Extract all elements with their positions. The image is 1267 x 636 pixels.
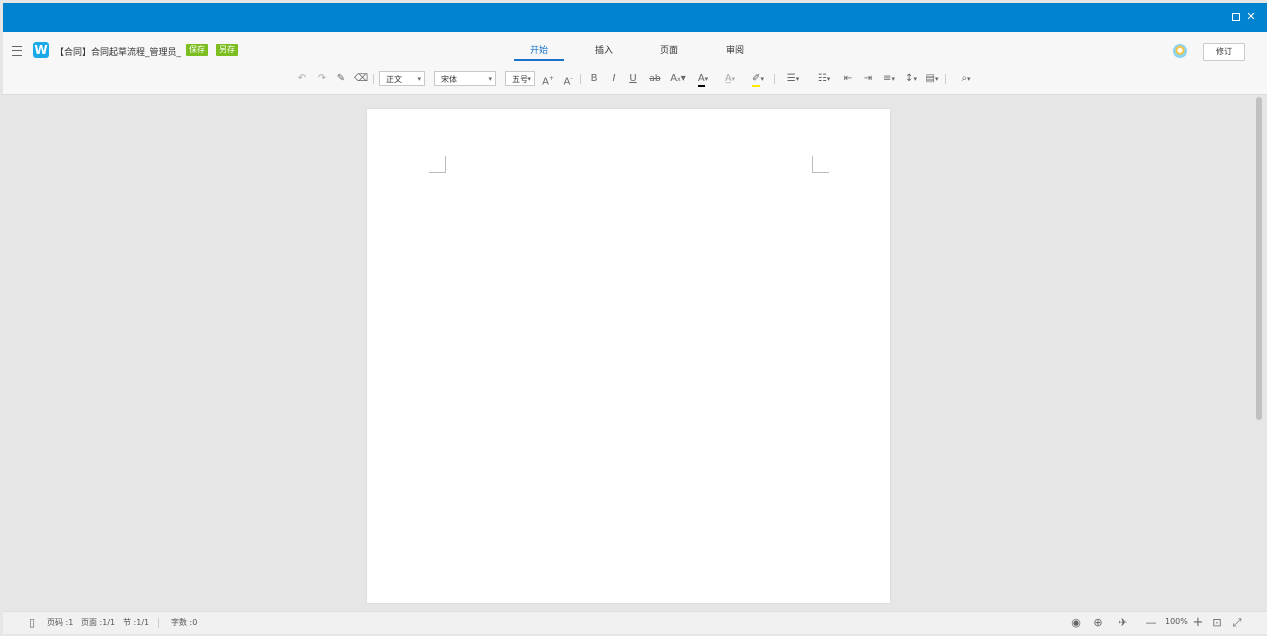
tab-review[interactable]: 审阅 [710, 43, 760, 59]
align-icon[interactable]: ≡▾ [880, 70, 898, 88]
paragraph-settings-icon[interactable]: ▤▾ [923, 70, 941, 88]
line-spacing-icon[interactable]: ↕▾ [902, 70, 920, 88]
save-as-button[interactable]: 另存 [216, 44, 238, 56]
toolbar-divider [580, 74, 581, 84]
zoom-out-icon[interactable]: — [1144, 616, 1158, 630]
revise-button[interactable]: 修订 [1203, 43, 1245, 61]
user-avatar[interactable] [1173, 44, 1187, 58]
numbered-list-icon[interactable]: ☷▾ [814, 70, 834, 88]
tab-start[interactable]: 开始 [514, 43, 564, 61]
vertical-scrollbar[interactable] [1256, 97, 1262, 420]
toolbar-divider [373, 74, 374, 84]
status-bar: ▯ 页码 :1 页面 :1/1 节 :1/1 字数 :0 ◉ ⊕ ✈ — 100… [3, 611, 1267, 634]
toolbar-divider [945, 74, 946, 84]
wps-logo-icon: W [33, 42, 49, 58]
document-title: 【合同】合同起草流程_管理员_ [55, 48, 182, 58]
font-color-glyph: A [697, 73, 705, 87]
bullet-list-icon[interactable]: ☰▾ [783, 70, 803, 88]
format-painter-icon[interactable]: ✎ [334, 70, 348, 88]
save-button[interactable]: 保存 [186, 44, 208, 56]
superscript-icon[interactable]: Ax▾ [669, 70, 687, 88]
increase-indent-icon[interactable]: ⇥ [861, 70, 875, 88]
font-family-select[interactable]: 宋体 [434, 71, 496, 87]
font-color-button[interactable]: A▾ [693, 70, 713, 88]
bold-button[interactable]: B [587, 70, 601, 88]
section-count: 节 :1/1 [123, 618, 150, 627]
redo-icon[interactable]: ↷ [315, 70, 329, 88]
decrease-font-icon[interactable]: A- [561, 70, 575, 88]
font-size-select[interactable]: 五号 [505, 71, 535, 87]
underline-button[interactable]: U [626, 70, 640, 88]
formatting-toolbar: ↶ ↷ ✎ ⌫ 正文 宋体 五号 A+ A- B I U ab Ax▾ A▾ A… [3, 70, 1267, 88]
web-view-icon[interactable]: ⊕ [1091, 616, 1105, 630]
focus-mode-icon[interactable]: ✈ [1116, 616, 1130, 630]
editor-header: W 【合同】合同起草流程_管理员_ 保存 另存 开始 插入 页面 审阅 修订 ↶… [3, 32, 1267, 95]
zoom-level: 100% [1165, 617, 1188, 626]
highlight-color-button[interactable]: ✐▾ [747, 70, 769, 88]
maximize-icon[interactable] [1230, 11, 1242, 23]
paragraph-style-select[interactable]: 正文 [379, 71, 425, 87]
fullscreen-icon[interactable]: ⤢ [1230, 616, 1244, 630]
toolbar-divider [774, 74, 775, 84]
fit-page-icon[interactable]: ⊡ [1210, 616, 1224, 630]
eraser-icon[interactable]: ⌫ [354, 70, 368, 88]
tab-insert[interactable]: 插入 [579, 43, 629, 59]
word-count: 字数 :0 [171, 618, 198, 627]
margin-corner-mark [812, 156, 829, 173]
document-page[interactable] [367, 109, 890, 603]
char-shading-icon[interactable]: A̲▾ [721, 70, 739, 88]
italic-button[interactable]: I [607, 70, 621, 88]
zoom-in-icon[interactable]: + [1191, 616, 1205, 630]
page-count: 页面 :1/1 [81, 618, 116, 627]
close-icon[interactable]: ✕ [1245, 11, 1257, 23]
status-divider [158, 618, 159, 628]
margin-corner-mark [429, 156, 446, 173]
page-code: 页码 :1 [47, 618, 74, 627]
undo-icon[interactable]: ↶ [295, 70, 309, 88]
increase-font-icon[interactable]: A+ [541, 70, 555, 88]
window-titlebar: ✕ [3, 3, 1267, 32]
page-nav-icon[interactable]: ▯ [25, 616, 39, 630]
eye-protection-icon[interactable]: ◉ [1069, 616, 1083, 630]
search-icon[interactable]: ⌕▾ [955, 70, 977, 88]
hamburger-menu-icon[interactable] [12, 46, 22, 56]
tab-page[interactable]: 页面 [644, 43, 694, 59]
decrease-indent-icon[interactable]: ⇤ [841, 70, 855, 88]
strikethrough-button[interactable]: ab [647, 70, 663, 88]
